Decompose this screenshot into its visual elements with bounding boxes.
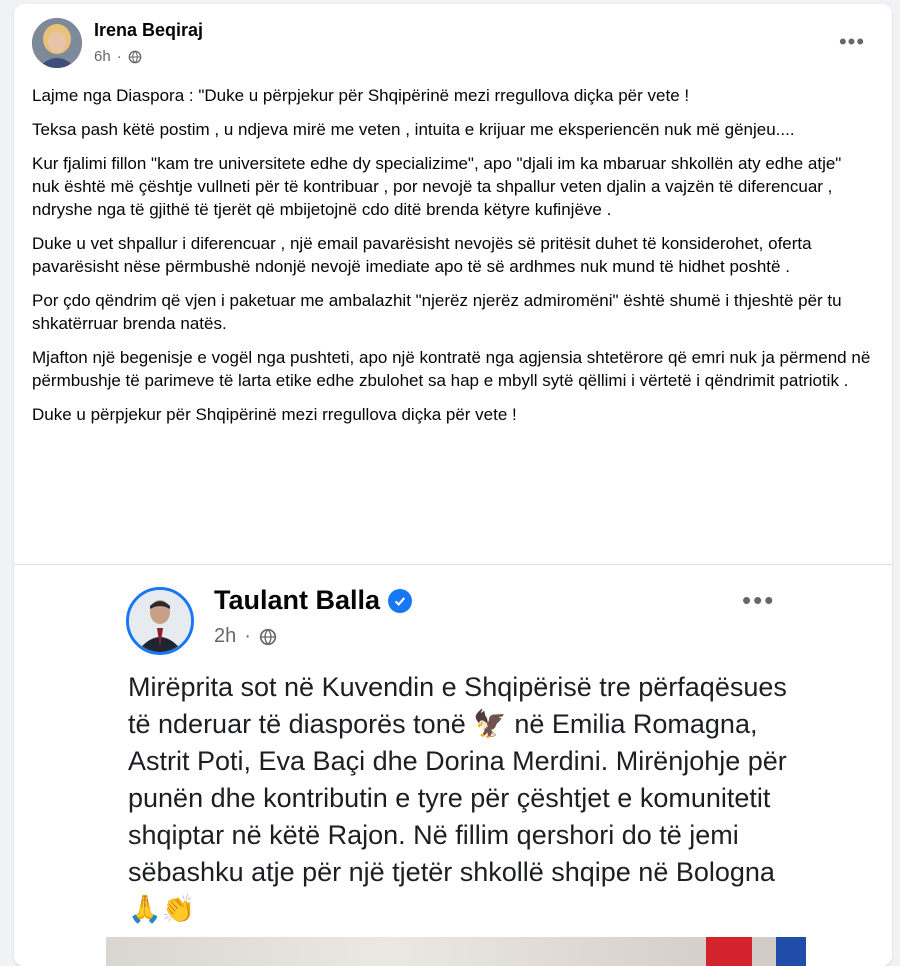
post-paragraph: Kur fjalimi fillon "kam tre universitete… bbox=[32, 154, 842, 219]
post-paragraph: Teksa pash këtë postim , u ndjeva mirë m… bbox=[32, 120, 795, 139]
shared-author-label: Taulant Balla bbox=[214, 585, 381, 615]
post-paragraph: Lajme nga Diaspora : "Duke u përpjekur p… bbox=[32, 86, 690, 105]
shared-post-time[interactable]: 2h bbox=[214, 625, 236, 648]
globe-icon[interactable] bbox=[128, 50, 142, 64]
shared-post-screenshot[interactable]: Taulant Balla 2h · ••• Mirëprita sot në … bbox=[14, 564, 892, 966]
shared-avatar-image bbox=[129, 590, 191, 652]
post-paragraph: Por çdo qëndrim që vjen i paketuar me am… bbox=[32, 291, 842, 333]
shared-author-name[interactable]: Taulant Balla bbox=[214, 585, 413, 616]
post-meta: 6h · bbox=[94, 48, 142, 65]
author-name[interactable]: Irena Beqiraj bbox=[94, 20, 203, 41]
shared-author-avatar[interactable] bbox=[126, 587, 194, 655]
post-paragraph: Duke u vet shpallur i diferencuar , një … bbox=[32, 234, 812, 276]
post-card: Irena Beqiraj 6h · ••• Lajme nga Diaspor… bbox=[14, 4, 892, 966]
dot-separator: · bbox=[116, 48, 122, 65]
verified-badge-icon bbox=[388, 588, 413, 613]
globe-icon bbox=[259, 628, 277, 645]
post-more-button[interactable]: ••• bbox=[832, 28, 872, 56]
shared-post-photo[interactable] bbox=[106, 937, 806, 966]
shared-post-text: Mirëprita sot në Kuvendin e Shqipërisë t… bbox=[128, 672, 787, 924]
albanian-flag bbox=[706, 937, 752, 966]
dot-separator: · bbox=[244, 625, 251, 647]
eu-flag bbox=[776, 937, 806, 966]
shared-post-meta: 2h · bbox=[214, 625, 277, 648]
post-paragraph: Mjafton një begenisje e vogël nga pushte… bbox=[32, 348, 871, 390]
post-time[interactable]: 6h bbox=[94, 48, 111, 65]
post-body: Lajme nga Diaspora : "Duke u përpjekur p… bbox=[32, 84, 872, 437]
author-avatar[interactable] bbox=[32, 18, 82, 68]
shared-more-icon[interactable]: ••• bbox=[742, 585, 775, 616]
more-options-icon: ••• bbox=[838, 29, 866, 54]
post-paragraph: Duke u përpjekur për Shqipërinë mezi rre… bbox=[32, 405, 517, 424]
author-avatar-image bbox=[32, 18, 82, 68]
